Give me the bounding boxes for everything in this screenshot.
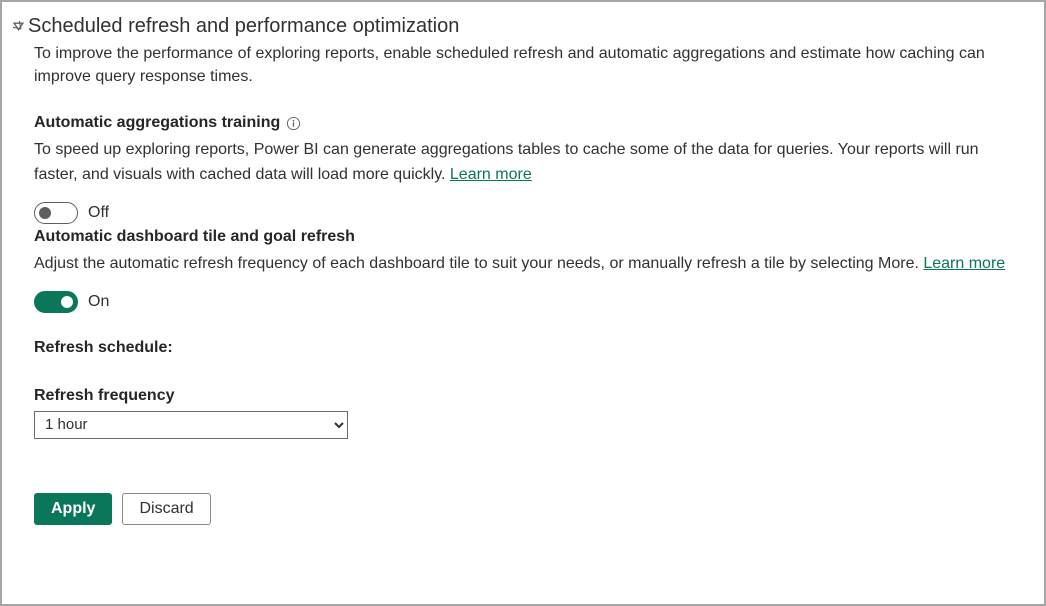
aggregations-toggle-label: Off (88, 204, 109, 222)
refresh-schedule-heading: Refresh schedule: (34, 339, 1023, 357)
dashboard-refresh-heading: Automatic dashboard tile and goal refres… (34, 228, 355, 246)
refresh-frequency-label: Refresh frequency (34, 387, 1023, 405)
section-description: To improve the performance of exploring … (34, 42, 1033, 88)
refresh-frequency-select[interactable]: 1 hour (34, 411, 348, 439)
apply-button[interactable]: Apply (34, 493, 112, 525)
aggregations-description: To speed up exploring reports, Power BI … (34, 138, 1023, 188)
discard-button[interactable]: Discard (122, 493, 210, 525)
aggregations-toggle[interactable] (34, 202, 78, 224)
dashboard-refresh-learn-more-link[interactable]: Learn more (923, 255, 1005, 272)
section-title: Scheduled refresh and performance optimi… (28, 13, 459, 39)
dashboard-refresh-toggle[interactable] (34, 291, 78, 313)
aggregations-learn-more-link[interactable]: Learn more (450, 166, 532, 183)
info-icon[interactable] (286, 116, 301, 131)
dashboard-refresh-description: Adjust the automatic refresh frequency o… (34, 252, 1023, 277)
aggregations-heading: Automatic aggregations training (34, 114, 280, 132)
collapse-chevron-icon[interactable] (13, 21, 24, 32)
dashboard-refresh-toggle-label: On (88, 293, 109, 311)
